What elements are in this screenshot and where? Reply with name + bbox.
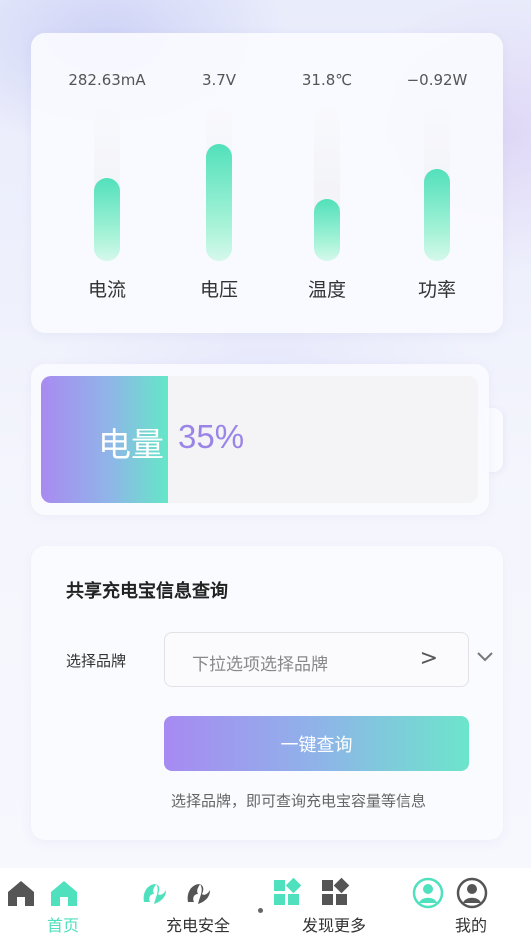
- metric-label: 功率: [417, 279, 456, 301]
- metric-label: 温度: [307, 279, 346, 301]
- metric-bar-track: [206, 107, 232, 261]
- metric-bar-track: [314, 107, 340, 261]
- discover-outline-icon: [322, 877, 350, 905]
- metric-label: 电流: [87, 279, 126, 301]
- metric-label: 电压: [199, 279, 238, 301]
- battery-body: 电量 35%: [41, 376, 478, 503]
- page-indicator-dot: [258, 908, 263, 913]
- metric-value: 282.63mA: [68, 71, 146, 89]
- battery-percentage: 35%: [178, 418, 245, 455]
- profile-icon: [456, 877, 488, 909]
- metric-bar-fill: [424, 168, 450, 261]
- tab-charge-safety[interactable]: 充电安全: [130, 868, 250, 934]
- discover-icon: [274, 877, 302, 905]
- metric-voltage: 3.7V 电压: [164, 33, 274, 333]
- tab-profile[interactable]: 我的: [405, 868, 531, 934]
- metric-power: −0.92W 功率: [382, 33, 492, 333]
- metric-bar-fill: [314, 199, 340, 261]
- brand-select-placeholder: 下拉选项选择品牌: [192, 655, 328, 675]
- metric-bar-fill: [94, 177, 120, 261]
- query-hint: 选择品牌，即可查询充电宝容量等信息: [171, 792, 427, 810]
- tab-discover[interactable]: 发现更多: [268, 868, 383, 934]
- metrics-card: 282.63mA 电流 3.7V 电压 31.8℃ 温度 −0.92W 功率: [31, 33, 503, 333]
- charge-safety-icon: [143, 884, 166, 904]
- tab-label: 充电安全: [166, 916, 231, 934]
- query-title: 共享充电宝信息查询: [66, 581, 228, 602]
- tab-label: 发现更多: [302, 916, 367, 934]
- home-icon: [51, 881, 77, 906]
- metric-bar-fill: [206, 143, 232, 261]
- charge-safety-outline-icon: [187, 884, 210, 904]
- home-outline-icon: [8, 881, 34, 906]
- profile-active-icon: [412, 877, 444, 909]
- tab-label: 我的: [455, 916, 488, 934]
- battery-card: 电量 35%: [31, 364, 489, 515]
- metric-current: 282.63mA 电流: [52, 33, 162, 333]
- brand-select[interactable]: 下拉选项选择品牌 >: [164, 632, 469, 687]
- query-button[interactable]: 一键查询: [164, 716, 469, 771]
- metric-bar-track: [424, 107, 450, 261]
- chevron-right-icon: >: [419, 646, 438, 671]
- metric-bar-track: [94, 107, 120, 261]
- tab-home[interactable]: 首页: [0, 868, 110, 934]
- chevron-down-icon[interactable]: [475, 650, 495, 664]
- metric-value: −0.92W: [406, 71, 468, 89]
- metric-temperature: 31.8℃ 温度: [272, 33, 382, 333]
- query-card: 共享充电宝信息查询 选择品牌 下拉选项选择品牌 > 一键查询 选择品牌，即可查询…: [31, 546, 503, 840]
- brand-label: 选择品牌: [66, 652, 127, 670]
- tab-label: 首页: [47, 916, 80, 934]
- metric-value: 31.8℃: [301, 71, 353, 89]
- metric-value: 3.7V: [201, 71, 237, 89]
- battery-label: 电量: [98, 426, 164, 463]
- bottom-tab-bar: 首页 充电安全 发现更多 我的: [0, 868, 531, 934]
